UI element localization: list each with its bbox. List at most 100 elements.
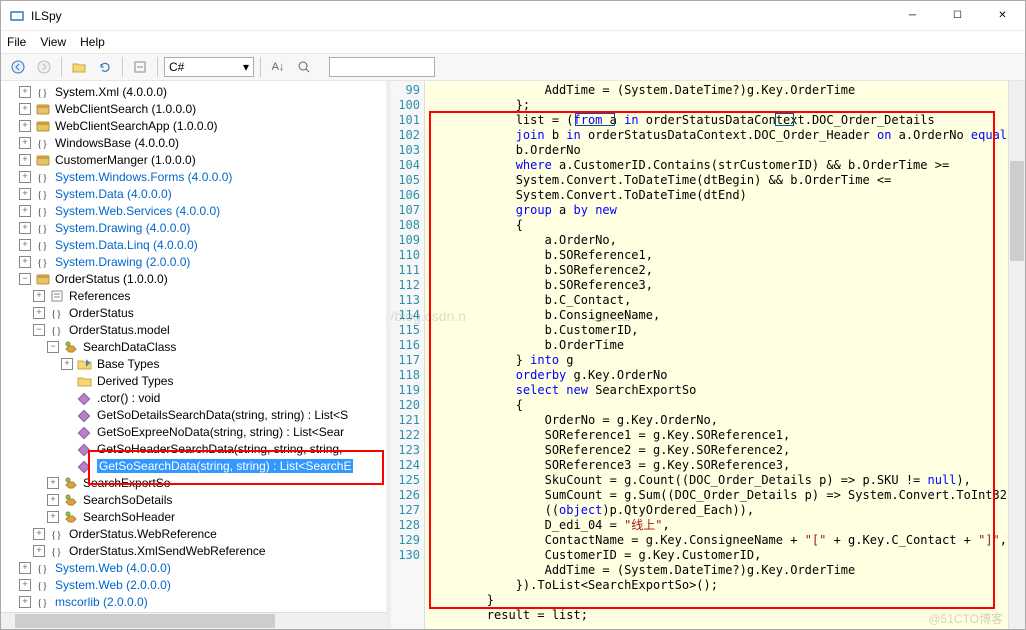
node-label: OrderStatus [69,306,134,320]
separator [122,57,123,77]
tree-node[interactable]: .ctor() : void [5,389,386,406]
svg-text:{}: {} [37,597,48,609]
tree-hscroll[interactable] [1,612,386,629]
search-button[interactable] [293,56,315,78]
svg-text:{}: {} [37,223,48,235]
menu-view[interactable]: View [40,35,66,49]
node-label: System.Drawing (4.0.0.0) [55,221,190,235]
expand-toggle-icon[interactable]: + [19,562,31,574]
expand-toggle-icon[interactable]: + [19,120,31,132]
scroll-thumb[interactable] [15,614,275,628]
tree-node[interactable]: −SearchDataClass [5,338,386,355]
search-input[interactable] [329,57,435,77]
tree-node[interactable]: +{}WindowsBase (4.0.0.0) [5,134,386,151]
expand-toggle-icon[interactable]: − [33,324,45,336]
method-icon [77,390,93,406]
tree-node[interactable]: Derived Types [5,372,386,389]
tree-node[interactable]: GetSoDetailsSearchData(string, string) :… [5,406,386,423]
tree-node[interactable]: +{}System.Web (4.0.0.0) [5,559,386,576]
tree-node[interactable]: +{}System.Data.Linq (4.0.0.0) [5,236,386,253]
expand-toggle-icon[interactable]: + [19,137,31,149]
expand-toggle-icon[interactable]: + [33,528,45,540]
expand-toggle-icon[interactable]: + [33,307,45,319]
tree-node[interactable]: +{}OrderStatus [5,304,386,321]
tree-node[interactable]: +{}System.Windows.Forms (4.0.0.0) [5,168,386,185]
expand-toggle-icon[interactable]: + [19,256,31,268]
titlebar: ILSpy ─ ☐ ✕ [1,1,1025,31]
node-label: GetSoHeaderSearchData(string, string, st… [97,442,342,456]
expand-toggle-icon[interactable]: + [19,188,31,200]
folder-icon [77,373,93,389]
node-label: GetSoDetailsSearchData(string, string) :… [97,408,348,422]
tree-node[interactable]: +{}System.Web (2.0.0.0) [5,576,386,593]
expand-toggle-icon[interactable]: + [47,511,59,523]
ref-icon [49,288,65,304]
expand-toggle-icon[interactable]: + [19,103,31,115]
tree-node[interactable]: +WebClientSearchApp (1.0.0.0) [5,117,386,134]
expand-toggle-icon[interactable]: + [19,171,31,183]
expand-toggle-icon[interactable]: + [47,477,59,489]
maximize-button[interactable]: ☐ [935,1,980,31]
brace-icon: {} [35,220,51,236]
tree-node[interactable]: +{}System.Xml (4.0.0.0) [5,83,386,100]
expand-toggle-icon[interactable]: − [19,273,31,285]
expand-toggle-icon[interactable]: + [19,205,31,217]
tree-node[interactable]: +{}System.Web.Services (4.0.0.0) [5,202,386,219]
expand-toggle-icon[interactable]: + [19,222,31,234]
expand-toggle-icon[interactable]: + [33,545,45,557]
tree-node[interactable]: +{}OrderStatus.XmlSendWebReference [5,542,386,559]
main-area: +{}System.Xml (4.0.0.0)+WebClientSearch … [1,81,1025,629]
tree-node[interactable]: +{}OrderStatus.WebReference [5,525,386,542]
expand-toggle-icon[interactable]: + [19,579,31,591]
tree-node[interactable]: GetSoSearchData(string, string) : List<S… [5,457,386,474]
tree-node[interactable]: +SearchExportSo [5,474,386,491]
expand-toggle-icon[interactable]: + [19,154,31,166]
expand-toggle-icon[interactable]: + [19,239,31,251]
collapse-button[interactable] [129,56,151,78]
method-icon [77,424,93,440]
node-label: .ctor() : void [97,391,160,405]
open-button[interactable] [68,56,90,78]
back-button[interactable] [7,56,29,78]
class-icon [63,492,79,508]
sort-button[interactable]: A↓ [267,56,289,78]
tree-node[interactable]: +SearchSoHeader [5,508,386,525]
refresh-button[interactable] [94,56,116,78]
tree-node[interactable]: +{}mscorlib (2.0.0.0) [5,593,386,610]
svg-text:{}: {} [37,138,48,150]
tree-node[interactable]: +SearchSoDetails [5,491,386,508]
class-icon [63,339,79,355]
tree-node[interactable]: +{}System.Data (4.0.0.0) [5,185,386,202]
expand-toggle-icon[interactable]: + [47,494,59,506]
tree-node[interactable]: +CustomerManger (1.0.0.0) [5,151,386,168]
tree-node[interactable]: −{}OrderStatus.model [5,321,386,338]
expand-toggle-icon[interactable]: − [47,341,59,353]
source-code[interactable]: AddTime = (System.DateTime?)g.Key.OrderT… [425,81,1008,629]
method-icon [77,458,93,474]
expand-toggle-icon[interactable]: + [33,290,45,302]
close-button[interactable]: ✕ [980,1,1025,31]
tree-node[interactable]: GetSoHeaderSearchData(string, string, st… [5,440,386,457]
tree-node[interactable]: +Base Types [5,355,386,372]
tree-node[interactable]: +{}System.Drawing (2.0.0.0) [5,253,386,270]
tree-node[interactable]: GetSoExpreeNoData(string, string) : List… [5,423,386,440]
language-select[interactable]: C# ▾ [164,57,254,77]
menu-help[interactable]: Help [80,35,105,49]
tree-node[interactable]: −OrderStatus (1.0.0.0) [5,270,386,287]
minimize-button[interactable]: ─ [890,1,935,31]
forward-button[interactable] [33,56,55,78]
expand-toggle-icon[interactable]: + [61,358,73,370]
ns-icon: {} [49,543,65,559]
scroll-thumb[interactable] [1010,161,1024,261]
menu-file[interactable]: File [7,35,26,49]
code-vscroll[interactable] [1008,81,1025,629]
svg-text:{}: {} [37,257,48,269]
svg-text:{}: {} [37,240,48,252]
tree-node[interactable]: +References [5,287,386,304]
tree-pane[interactable]: +{}System.Xml (4.0.0.0)+WebClientSearch … [1,81,386,629]
svg-text:{}: {} [37,206,48,218]
tree-node[interactable]: + {} System.Drawing (4.0.0.0) [5,219,386,236]
expand-toggle-icon[interactable]: + [19,596,31,608]
expand-toggle-icon[interactable]: + [19,86,31,98]
tree-node[interactable]: +WebClientSearch (1.0.0.0) [5,100,386,117]
